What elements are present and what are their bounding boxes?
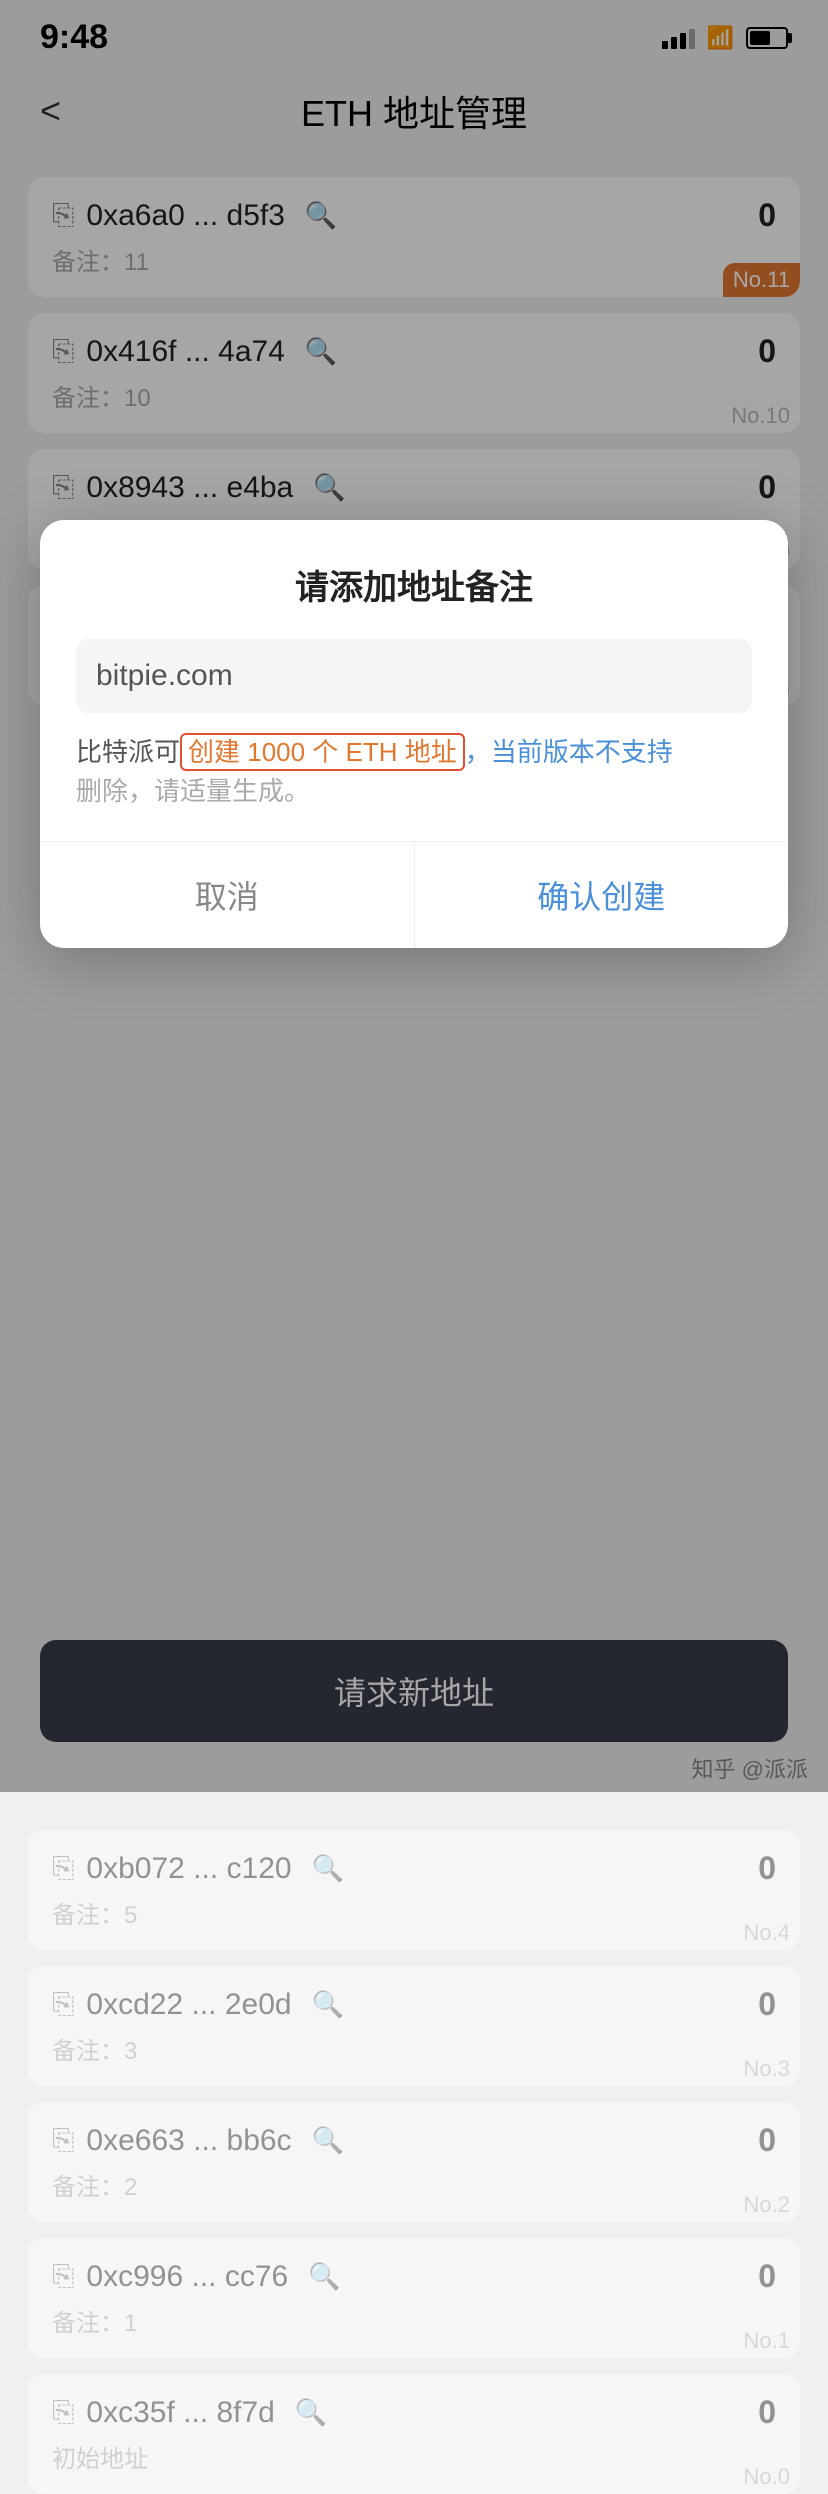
modal-dialog: 请添加地址备注 比特派可创建 1000 个 ETH 地址，当前版本不支持 删除，… bbox=[40, 520, 788, 948]
note-text: 备注：2 bbox=[52, 2167, 776, 2202]
no-badge: No.1 bbox=[734, 2324, 800, 2358]
no-badge: No.2 bbox=[734, 2188, 800, 2222]
hint-prefix: 比特派可 bbox=[76, 737, 180, 767]
copy-icon: ⎘ bbox=[52, 2260, 74, 2293]
modal-title: 请添加地址备注 bbox=[76, 560, 752, 609]
search-icon: 🔍 bbox=[312, 1853, 344, 1884]
copy-icon: ⎘ bbox=[52, 2124, 74, 2157]
confirm-button[interactable]: 确认创建 bbox=[415, 842, 789, 948]
copy-icon: ⎘ bbox=[52, 1988, 74, 2021]
address-text: 0xc996 ... cc76 bbox=[86, 2260, 288, 2294]
search-icon: 🔍 bbox=[295, 2397, 327, 2428]
address-text: 0xe663 ... bb6c bbox=[86, 2124, 291, 2158]
modal-hint: 比特派可创建 1000 个 ETH 地址，当前版本不支持 删除，请适量生成。 bbox=[76, 733, 752, 811]
address-card-4: ⎘ 0xb072 ... c120 🔍 0 备注：5 No.4 bbox=[28, 1830, 800, 1950]
hint-suffix: 删除，请适量生成。 bbox=[76, 776, 310, 806]
cancel-button[interactable]: 取消 bbox=[40, 842, 415, 948]
search-icon: 🔍 bbox=[312, 2125, 344, 2156]
address-text: 0xb072 ... c120 bbox=[86, 1852, 291, 1886]
note-text: 备注：1 bbox=[52, 2303, 776, 2338]
balance: 0 bbox=[758, 2258, 776, 2295]
balance: 0 bbox=[758, 1986, 776, 2023]
note-input[interactable] bbox=[76, 639, 752, 713]
note-text: 备注：5 bbox=[52, 1895, 776, 1930]
balance: 0 bbox=[758, 1850, 776, 1887]
no-badge: No.0 bbox=[734, 2460, 800, 2494]
hint-middle: ，当前版本不支持 bbox=[465, 737, 673, 767]
copy-icon: ⎘ bbox=[52, 1852, 74, 1885]
address-card-0: ⎘ 0xc35f ... 8f7d 🔍 0 初始地址 No.0 bbox=[28, 2374, 800, 2494]
hint-highlight: 创建 1000 个 ETH 地址 bbox=[180, 733, 465, 771]
copy-icon: ⎘ bbox=[52, 2396, 74, 2429]
search-icon: 🔍 bbox=[308, 2261, 340, 2292]
no-badge: No.4 bbox=[734, 1916, 800, 1950]
note-text: 备注：3 bbox=[52, 2031, 776, 2066]
search-icon: 🔍 bbox=[312, 1989, 344, 2020]
modal-actions: 取消 确认创建 bbox=[40, 841, 788, 948]
address-card-1: ⎘ 0xc996 ... cc76 🔍 0 备注：1 No.1 bbox=[28, 2238, 800, 2358]
address-text: 0xc35f ... 8f7d bbox=[86, 2396, 274, 2430]
address-text: 0xcd22 ... 2e0d bbox=[86, 1988, 291, 2022]
address-card-3: ⎘ 0xcd22 ... 2e0d 🔍 0 备注：3 No.3 bbox=[28, 1966, 800, 2086]
balance: 0 bbox=[758, 2122, 776, 2159]
address-card-2: ⎘ 0xe663 ... bb6c 🔍 0 备注：2 No.2 bbox=[28, 2102, 800, 2222]
balance: 0 bbox=[758, 2394, 776, 2431]
note-text: 初始地址 bbox=[52, 2439, 776, 2474]
no-badge: No.3 bbox=[734, 2052, 800, 2086]
